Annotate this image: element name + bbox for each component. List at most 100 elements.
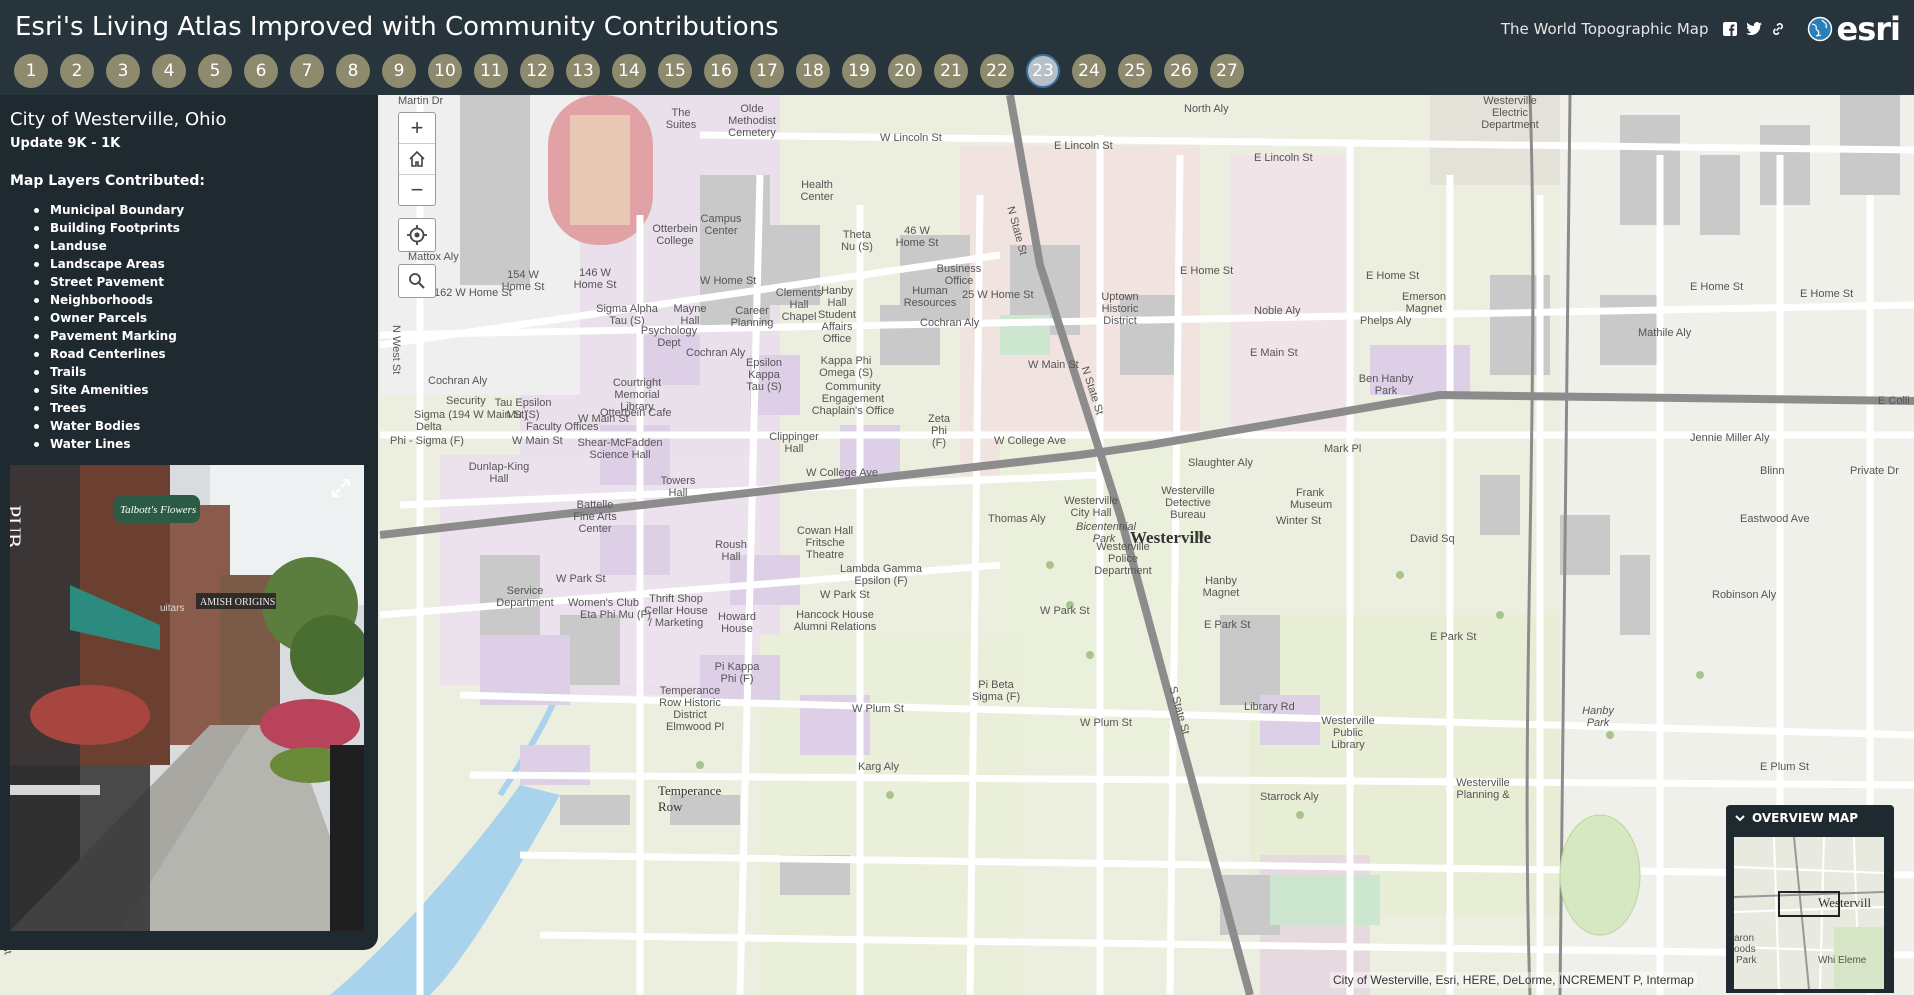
side-panel: City of Westerville, Ohio Update 9K - 1K… [0,95,378,950]
label-46w-home: 46 W Home St [895,225,939,249]
story-nav-button-19[interactable]: 19 [842,54,876,88]
home-icon [409,150,425,167]
label-e-lincoln-1: E Lincoln St [1054,140,1113,152]
street-photo[interactable]: PUB Talbott's Flowers AMISH ORIGINS uita… [10,465,364,931]
layer-list-item: Water Lines [32,435,184,453]
story-nav-button-25[interactable]: 25 [1118,54,1152,88]
label-jennie-miller: Jennie Miller Aly [1690,432,1770,444]
label-robinson: Robinson Aly [1712,589,1777,601]
story-nav-button-8[interactable]: 8 [336,54,370,88]
florist-sign: Talbott's Flowers [120,504,196,516]
search-button[interactable] [398,264,436,298]
story-nav-button-9[interactable]: 9 [382,54,416,88]
label-e-colli: E Colli [1878,395,1910,407]
globe-icon [1807,16,1832,42]
label-olde-cemetery: Olde Methodist Cemetery [728,103,776,139]
locate-icon [407,225,427,245]
label-karg: Karg Aly [858,761,899,773]
story-nav-button-12[interactable]: 12 [520,54,554,88]
overview-elem-label: Whi Eleme [1818,955,1867,966]
label-hancock: Hancock House Alumni Relations [793,609,877,633]
story-nav-button-14[interactable]: 14 [612,54,646,88]
story-nav-button-24[interactable]: 24 [1072,54,1106,88]
story-nav-button-23[interactable]: 23 [1026,54,1060,88]
zoom-in-button[interactable]: + [399,113,435,144]
label-uptown: Uptown Historic District [1101,291,1139,327]
label-s-state-1: S State St [1166,685,1192,736]
story-nav-button-6[interactable]: 6 [244,54,278,88]
label-sigma-alpha: Sigma Alpha Tau (S) [596,303,658,327]
story-nav-button-18[interactable]: 18 [796,54,830,88]
esri-logo[interactable]: esri [1807,10,1901,48]
panel-subtitle: Update 9K - 1K [10,136,121,151]
overview-map-title: OVERVIEW MAP [1752,811,1858,825]
story-nav-button-3[interactable]: 3 [106,54,140,88]
label-blinn: Blinn [1760,465,1785,477]
map-name-link[interactable]: The World Topographic Map [1501,20,1709,38]
label-cochran-1: Cochran Aly [920,317,980,329]
esri-wordmark: esri [1836,10,1901,48]
label-cowan: Cowan Hall Fritsche Theatre [796,525,854,561]
label-electric-dept: Westerville Electric Department [1481,95,1539,131]
story-nav-button-17[interactable]: 17 [750,54,784,88]
label-temperance-district: Temperance Row Historic District [659,685,721,721]
label-e-park-2: E Park St [1430,631,1477,643]
story-nav-button-27[interactable]: 27 [1210,54,1244,88]
layer-list-item: Pavement Marking [32,327,184,345]
label-hanby-hall: Hanby Hall Student Affairs Office [818,285,856,345]
label-temperance-row: Temperance Row [658,783,722,814]
app-header: Esri's Living Atlas Improved with Commun… [0,0,1914,95]
overview-label: Westervill [1818,895,1872,910]
twitter-icon[interactable] [1745,20,1763,38]
story-nav-button-1[interactable]: 1 [14,54,48,88]
facebook-icon[interactable] [1721,20,1739,38]
story-nav-button-21[interactable]: 21 [934,54,968,88]
label-w-plum-2: W Plum St [1080,717,1132,729]
story-nav-button-11[interactable]: 11 [474,54,508,88]
layer-list-item: Trees [32,399,184,417]
label-martin-dr: Martin Dr [398,95,444,107]
label-162w-home: 162 W Home St [434,287,512,299]
label-thomas: Thomas Aly [988,513,1046,525]
story-nav-button-13[interactable]: 13 [566,54,600,88]
label-e-home-4: E Home St [1800,288,1854,300]
story-nav-button-5[interactable]: 5 [198,54,232,88]
layer-list-item: Street Pavement [32,273,184,291]
expand-icon[interactable] [330,477,352,499]
story-nav-button-22[interactable]: 22 [980,54,1014,88]
label-kappa-phi: Kappa Phi Omega (S) [819,355,873,379]
label-e-home-2: E Home St [1366,270,1420,282]
label-david: David Sq [1410,533,1455,545]
story-nav-button-2[interactable]: 2 [60,54,94,88]
label-e-lincoln-2: E Lincoln St [1254,152,1313,164]
label-lambda: Lambda Gamma Epsilon (F) [840,563,922,587]
zoom-out-button[interactable]: − [399,175,435,205]
layer-list-item: Trails [32,363,184,381]
story-nav-button-20[interactable]: 20 [888,54,922,88]
header-right: The World Topographic Map esri [1501,10,1901,48]
label-delta: Delta [416,421,442,433]
label-business: Business Office [936,263,982,287]
locate-button[interactable] [398,218,436,252]
overview-map-toggle[interactable]: OVERVIEW MAP [1726,805,1894,831]
label-police: Westerville Police Department [1094,541,1152,577]
label-north-aly: North Aly [1184,103,1229,115]
label-e-park-1: E Park St [1204,619,1251,631]
chevron-down-icon [1735,815,1745,822]
label-womens-club: Women's Club [568,597,639,609]
story-nav-button-7[interactable]: 7 [290,54,324,88]
overview-map[interactable]: Westervill aron oods Park Whi Eleme [1734,837,1884,989]
search-icon [409,273,425,289]
home-button[interactable] [399,144,435,175]
layer-list-item: Neighborhoods [32,291,184,309]
story-nav-button-16[interactable]: 16 [704,54,738,88]
label-security: Security [446,395,486,407]
story-nav-button-26[interactable]: 26 [1164,54,1198,88]
story-nav-button-15[interactable]: 15 [658,54,692,88]
story-nav-button-4[interactable]: 4 [152,54,186,88]
label-w-college-2: W College Ave [806,467,878,479]
story-nav-button-10[interactable]: 10 [428,54,462,88]
label-battelle: Battelle Fine Arts Center [573,499,617,535]
label-city-hall: Westerville City Hall [1064,495,1118,519]
link-icon[interactable] [1769,20,1787,38]
